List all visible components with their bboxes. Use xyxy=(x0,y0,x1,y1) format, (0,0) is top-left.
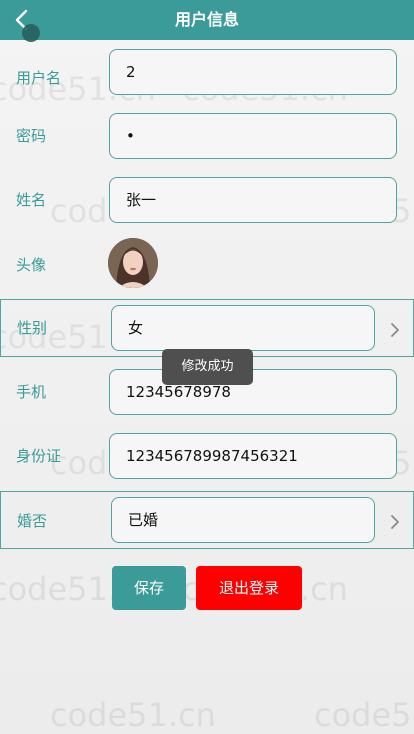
marital-select[interactable]: 已婚 xyxy=(111,497,375,543)
chevron-right-icon xyxy=(391,515,399,529)
gender-select[interactable]: 女 xyxy=(111,305,375,351)
password-input[interactable]: • xyxy=(109,113,397,159)
avatar-row: 头像 xyxy=(0,236,414,294)
marital-label: 婚否 xyxy=(17,512,48,530)
phone-input[interactable]: 12345678978 xyxy=(109,369,397,415)
id-card-row: 身份证 123456789987456321 xyxy=(0,433,414,491)
password-label: 密码 xyxy=(16,127,47,145)
username-row: 用户名 2 xyxy=(0,49,414,107)
name-row: 姓名 张一 xyxy=(0,177,414,235)
logout-button[interactable]: 退出登录 xyxy=(196,566,302,610)
header-bar: 用户信息 xyxy=(0,0,414,42)
watermark: code51.cn xyxy=(50,696,216,734)
id-card-label: 身份证 xyxy=(16,447,62,465)
avatar-label: 头像 xyxy=(16,256,47,274)
chevron-right-icon xyxy=(391,323,399,337)
name-input[interactable]: 张一 xyxy=(109,177,397,223)
watermark: code51.cn xyxy=(314,696,414,734)
marital-row[interactable]: 婚否 已婚 xyxy=(0,491,414,549)
username-label: 用户名 xyxy=(16,69,62,87)
id-card-input[interactable]: 123456789987456321 xyxy=(109,433,397,479)
save-button[interactable]: 保存 xyxy=(112,566,186,610)
gender-label: 性别 xyxy=(17,319,48,337)
avatar-image xyxy=(108,238,158,288)
phone-label: 手机 xyxy=(16,383,47,401)
name-label: 姓名 xyxy=(16,191,47,209)
avatar[interactable] xyxy=(108,238,158,288)
toast-message: 修改成功 xyxy=(162,349,253,385)
password-row: 密码 • xyxy=(0,113,414,171)
username-input[interactable]: 2 xyxy=(109,49,397,95)
page-title: 用户信息 xyxy=(174,10,239,29)
